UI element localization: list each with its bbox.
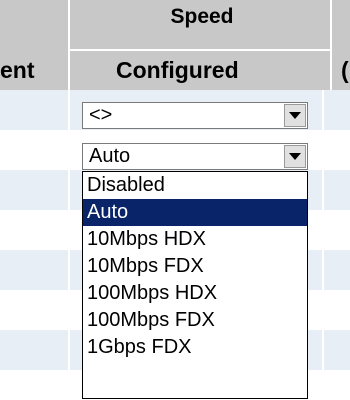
speed-group-label: Speed [170, 5, 234, 28]
dropdown-option-disabled[interactable]: Disabled [83, 172, 307, 199]
dropdown-option-1gbps-fdx[interactable]: 1Gbps FDX [83, 334, 307, 361]
chevron-down-icon[interactable] [284, 104, 306, 127]
dropdown-option-100mbps-fdx[interactable]: 100Mbps FDX [83, 307, 307, 334]
divider-right-body [322, 90, 324, 400]
column-header-left-partial: ent [0, 57, 35, 83]
divider-left-body [68, 90, 70, 400]
speed-select-row-2[interactable]: Auto [82, 143, 308, 170]
dropdown-option-10mbps-hdx[interactable]: 10Mbps HDX [83, 226, 307, 253]
column-header-configured: Configured [116, 57, 239, 83]
header-speed: Speed [0, 0, 350, 50]
divider-right [330, 0, 332, 90]
speed-dropdown-list[interactable]: Disabled Auto 10Mbps HDX 10Mbps FDX 100M… [82, 171, 308, 399]
chevron-down-icon[interactable] [284, 145, 306, 168]
speed-select-value: Auto [89, 145, 131, 167]
speed-select-row-1[interactable]: <> [82, 102, 308, 129]
dropdown-option-100mbps-hdx[interactable]: 100Mbps HDX [83, 280, 307, 307]
dropdown-option-auto[interactable]: Auto [83, 199, 307, 226]
speed-select-value: <> [89, 104, 113, 126]
divider-left [68, 0, 70, 90]
column-header-right-partial: ( [341, 57, 349, 83]
dropdown-option-10mbps-fdx[interactable]: 10Mbps FDX [83, 253, 307, 280]
divider-horizontal [68, 49, 330, 51]
